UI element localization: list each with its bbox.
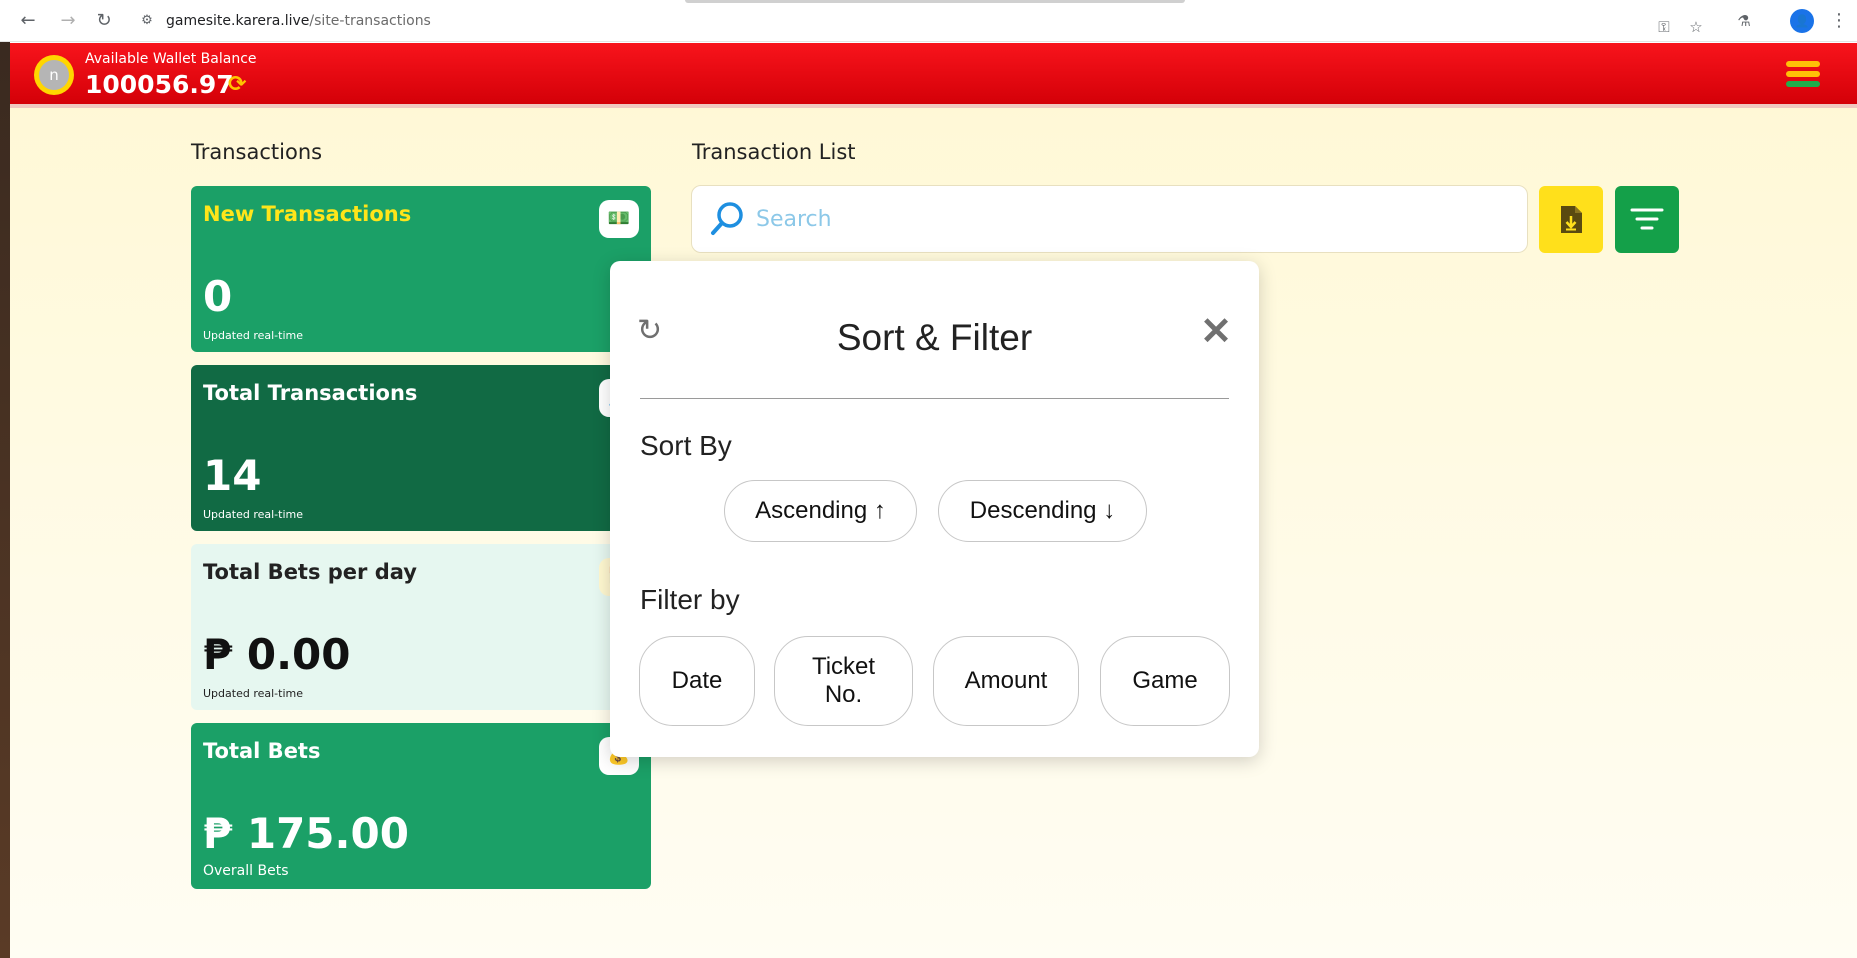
modal-title: Sort & Filter [836,317,1033,358]
card-title: New Transactions [203,202,412,226]
sort-by-label: Sort By [640,430,732,461]
top-header: n Available Wallet Balance 100056.97 ⟳ [10,43,1857,108]
address-bar[interactable]: ⚙ gamesite.karera.live/site-transactions… [130,6,1710,36]
card-total-transactions: Total Transactions 14 Updated real-time … [191,365,651,531]
sort-descending-button[interactable]: Descending ↓ [938,480,1147,542]
modal-divider [640,398,1229,399]
close-icon[interactable]: ✕ [1199,313,1233,351]
file-download-icon [1561,206,1582,233]
url-text[interactable]: gamesite.karera.live/site-transactions [166,12,431,30]
url-path: /site-transactions [309,13,431,29]
tab-strip-edge [685,0,1185,3]
filter-ticket-no-button[interactable]: Ticket No. [774,636,913,726]
card-value: 14 [203,451,262,500]
avatar[interactable]: n [34,55,74,95]
forward-icon[interactable]: → [56,9,80,33]
card-total-bets-per-day: Total Bets per day ₱ 0.00 Updated real-t… [191,544,651,710]
profile-avatar-icon[interactable]: 👤 [1790,9,1814,33]
card-subtitle: Updated real-time [203,508,303,521]
card-total-bets: Total Bets ₱ 175.00 Overall Bets 💰 [191,723,651,889]
filter-amount-button[interactable]: Amount [933,636,1079,726]
card-value: ₱ 0.00 [203,630,351,679]
site-info-icon[interactable]: ⚙ [138,12,156,30]
filter-lines-icon [1630,208,1664,230]
hand-cash-icon: 💵 [599,200,639,238]
sort-filter-button[interactable] [1615,186,1679,253]
browser-menu-icon[interactable]: ⋮ [1830,9,1848,33]
card-title: Total Bets per day [203,560,417,584]
page: n Available Wallet Balance 100056.97 ⟳ T… [10,43,1857,958]
url-domain: gamesite.karera.live [166,13,310,29]
window-edge [0,42,10,958]
sort-filter-modal: ↻ Sort & Filter ✕ Sort By Ascending ↑ De… [610,261,1259,757]
transaction-list-title: Transaction List [692,140,856,164]
card-subtitle: Updated real-time [203,687,303,700]
labs-flask-icon[interactable]: ⚗ [1732,9,1756,33]
card-value: 0 [203,272,233,321]
browser-toolbar: ← → ↻ ⚙ gamesite.karera.live/site-transa… [0,0,1857,42]
search-bar [691,185,1528,253]
card-new-transactions: New Transactions 0 Updated real-time 💵 [191,186,651,352]
search-input[interactable] [756,200,1496,238]
reload-icon[interactable]: ↻ [92,9,116,33]
filter-by-label: Filter by [640,584,740,615]
bookmark-star-icon[interactable]: ☆ [1684,15,1708,39]
hamburger-menu-icon[interactable] [1786,61,1820,89]
password-key-icon[interactable]: ⚿ [1652,15,1676,39]
transactions-title: Transactions [191,140,323,164]
filter-game-button[interactable]: Game [1100,636,1230,726]
download-report-button[interactable] [1539,186,1603,253]
card-value: ₱ 175.00 [203,809,409,858]
back-icon[interactable]: ← [16,9,40,33]
wallet-label: Available Wallet Balance [85,51,257,67]
sort-ascending-button[interactable]: Ascending ↑ [724,480,917,542]
search-icon [711,202,743,235]
wallet-balance: 100056.97 [85,70,234,99]
card-title: Total Bets [203,739,321,763]
card-title: Total Transactions [203,381,418,405]
refresh-balance-icon[interactable]: ⟳ [228,73,252,97]
filter-date-button[interactable]: Date [639,636,755,726]
avatar-initial: n [39,60,69,90]
card-subtitle: Updated real-time [203,329,303,342]
card-subtitle: Overall Bets [203,863,289,879]
